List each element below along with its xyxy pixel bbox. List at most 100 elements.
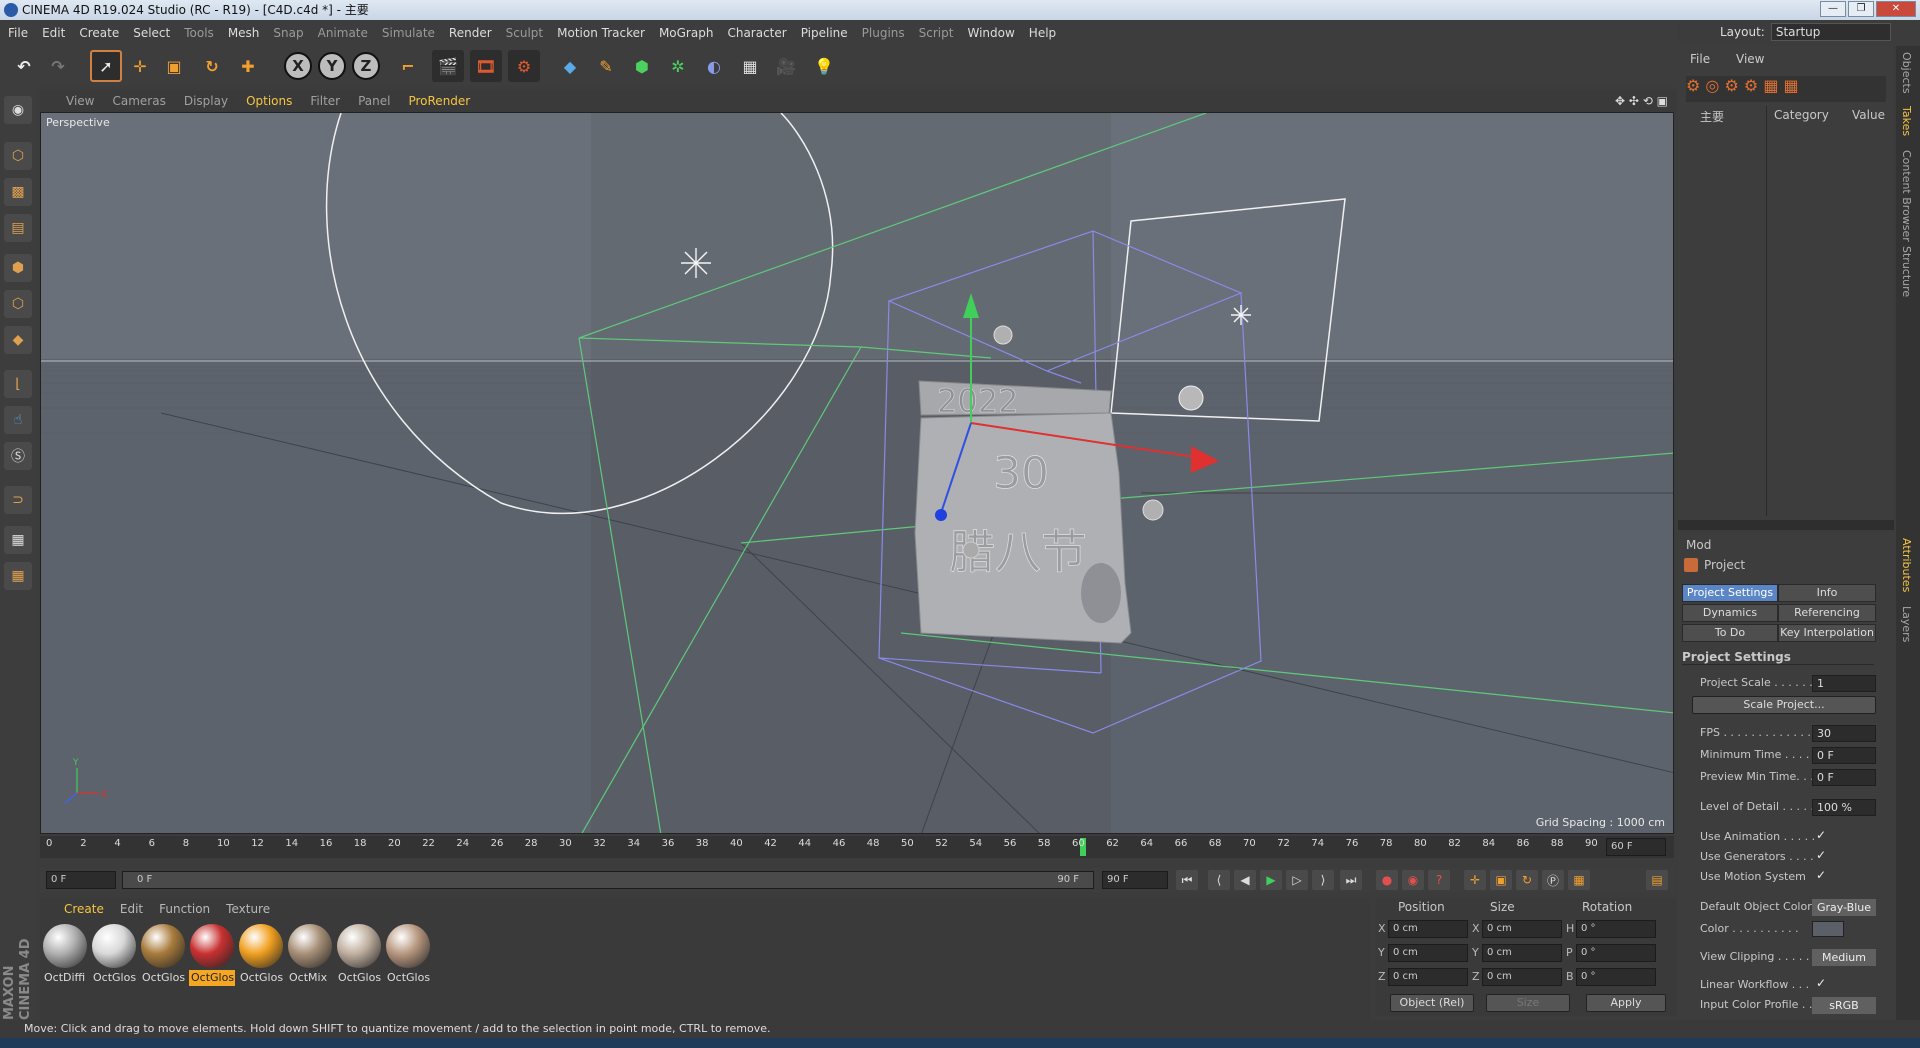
viewport-menu-prorender[interactable]: ProRender [408,94,470,108]
object-scrollbar[interactable] [1678,520,1894,530]
x-axis-lock-icon[interactable]: X [284,52,312,80]
key-parameter-icon[interactable]: Ⓟ [1542,870,1564,890]
material-swatch[interactable]: OctGlos [385,924,431,986]
coordinate-system-icon[interactable]: ⌐ [392,50,424,82]
spline-pen-icon[interactable]: ✎ [590,50,622,82]
goto-start-icon[interactable]: ⏮ [1176,870,1198,890]
checkbox-linear-workflow[interactable]: ✓ [1816,976,1826,990]
coord-value-field[interactable]: 0 cm [1388,920,1468,938]
object-menu-file[interactable]: File [1690,52,1710,66]
material-menu-texture[interactable]: Texture [226,902,270,916]
dropdown-default-object-color[interactable]: Gray-Blue [1812,899,1876,916]
camera-icon[interactable]: 🎥 [770,50,802,82]
texture-mode-icon[interactable]: ▩ [4,178,32,206]
coord-value-field[interactable]: 0 cm [1482,968,1562,986]
object-tool-row[interactable]: ⚙ ◎ ⚙ ⚙ ▦ ▦ [1686,76,1886,102]
scale-tool-icon[interactable]: ▣ [158,50,190,82]
checkbox-use-animation[interactable]: ✓ [1816,828,1826,842]
key-rotation-icon[interactable]: ↻ [1516,870,1538,890]
menu-window[interactable]: Window [967,26,1014,40]
rotate-tool-icon[interactable]: ↻ [196,50,228,82]
menu-simulate[interactable]: Simulate [382,26,435,40]
viewport-navigation-icons[interactable]: ✥ ✣ ⟲ ▣ [1615,94,1668,108]
input-project-scale[interactable]: 1 [1812,675,1876,692]
z-axis-lock-icon[interactable]: Z [352,52,380,80]
layout-dropdown[interactable]: Startup [1770,23,1891,41]
transform-tool-icon[interactable]: ✚ [232,50,264,82]
viewport-menu-panel[interactable]: Panel [358,94,390,108]
goto-end-icon[interactable]: ⏭ [1340,870,1362,890]
dropdown-view-clipping[interactable]: Medium [1812,949,1876,966]
y-axis-lock-icon[interactable]: Y [318,52,346,80]
make-editable-icon[interactable]: ◉ [4,96,32,124]
cube-primitive-icon[interactable]: ◆ [554,50,586,82]
tab-structure[interactable]: Structure [1900,246,1913,297]
snap-icon[interactable]: Ⓢ [4,442,32,470]
scale-project-button[interactable]: Scale Project... [1692,696,1876,714]
light-icon[interactable]: 💡 [808,50,840,82]
axis-mode-icon[interactable]: ⌊ [4,370,32,398]
input-minimum-time[interactable]: 0 F [1812,747,1876,764]
key-pla-icon[interactable]: ▦ [1568,870,1590,890]
coord-value-field[interactable]: 0 cm [1482,944,1562,962]
planar-workplane-icon[interactable]: ▦ [4,562,32,590]
attribute-mode-menu[interactable]: Mod [1686,538,1711,552]
material-swatch[interactable]: OctGlos [189,924,235,986]
keyframe-selection-icon[interactable]: ? [1428,870,1450,890]
timeline-ruler[interactable]: 0 2 4 6 8 10 12 14 16 18 20 22 24 26 28 30 32 34 36 38 40 42 4… [40,836,1674,858]
minimize-icon[interactable]: — [1820,1,1846,17]
input-level-of-detail[interactable]: 100 % [1812,799,1876,816]
material-swatch[interactable]: OctGlos [140,924,186,986]
tab-project-settings[interactable]: Project Settings [1682,584,1778,602]
prev-key-icon[interactable]: ⟨ [1208,870,1230,890]
material-swatch[interactable]: OctGlos [336,924,382,986]
coord-value-field[interactable]: 0 ° [1576,968,1656,986]
tab-key-interpolation[interactable]: Key Interpolation [1778,624,1876,642]
tab-attributes[interactable]: Attributes [1900,538,1913,592]
key-scale-icon[interactable]: ▣ [1490,870,1512,890]
autokey-icon[interactable]: ◉ [1402,870,1424,890]
start-frame-field[interactable]: 0 F [46,871,116,889]
workplane-lock-icon[interactable]: ▦ [4,526,32,554]
maximize-icon[interactable]: ❐ [1848,1,1874,17]
menu-render[interactable]: Render [449,26,492,40]
viewport-menu-filter[interactable]: Filter [310,94,340,108]
input-fps[interactable]: 30 [1812,725,1876,742]
viewport-menu-cameras[interactable]: Cameras [112,94,165,108]
coord-value-field[interactable]: 0 ° [1576,944,1656,962]
edges-mode-icon[interactable]: ⬡ [4,290,32,318]
size-mode-dropdown[interactable]: Size [1486,994,1570,1012]
points-mode-icon[interactable]: ⬢ [4,254,32,282]
material-menu-create[interactable]: Create [64,902,104,916]
render-settings-icon[interactable]: ⚙ [508,50,540,82]
selection-tool-icon[interactable]: ➚ [90,50,122,82]
tab-takes[interactable]: Takes [1900,106,1913,136]
deformer-icon[interactable]: ◐ [698,50,730,82]
color-swatch[interactable] [1812,921,1844,937]
floor-icon[interactable]: ▦ [734,50,766,82]
viewport-menu-options[interactable]: Options [246,94,292,108]
material-menu-function[interactable]: Function [159,902,210,916]
menu-tools[interactable]: Tools [184,26,214,40]
input-preview-min-time[interactable]: 0 F [1812,769,1876,786]
next-frame-icon[interactable]: ▷ [1286,870,1308,890]
checkbox-use-motion-system[interactable]: ✓ [1816,868,1826,882]
material-menu-edit[interactable]: Edit [120,902,143,916]
tab-info[interactable]: Info [1778,584,1876,602]
material-swatch[interactable]: OctMix [287,924,333,986]
menu-select[interactable]: Select [133,26,170,40]
menu-character[interactable]: Character [727,26,786,40]
timeline-current-frame-field[interactable]: 60 F [1606,838,1666,856]
menu-file[interactable]: File [8,26,28,40]
material-swatch[interactable]: OctGlos [91,924,137,986]
prev-frame-icon[interactable]: ◀ [1234,870,1256,890]
play-icon[interactable]: ▶ [1260,870,1282,890]
timeline-window-icon[interactable]: ▤ [1646,870,1668,890]
menu-animate[interactable]: Animate [318,26,368,40]
model-mode-icon[interactable]: ⬡ [4,142,32,170]
menu-script[interactable]: Script [919,26,954,40]
perspective-viewport[interactable]: 2022 30 腊八节 Y X Perspective Grid Spacing… [40,112,1674,834]
checkbox-use-generators[interactable]: ✓ [1816,848,1826,862]
key-position-icon[interactable]: ✛ [1464,870,1486,890]
coord-value-field[interactable]: 0 cm [1482,920,1562,938]
